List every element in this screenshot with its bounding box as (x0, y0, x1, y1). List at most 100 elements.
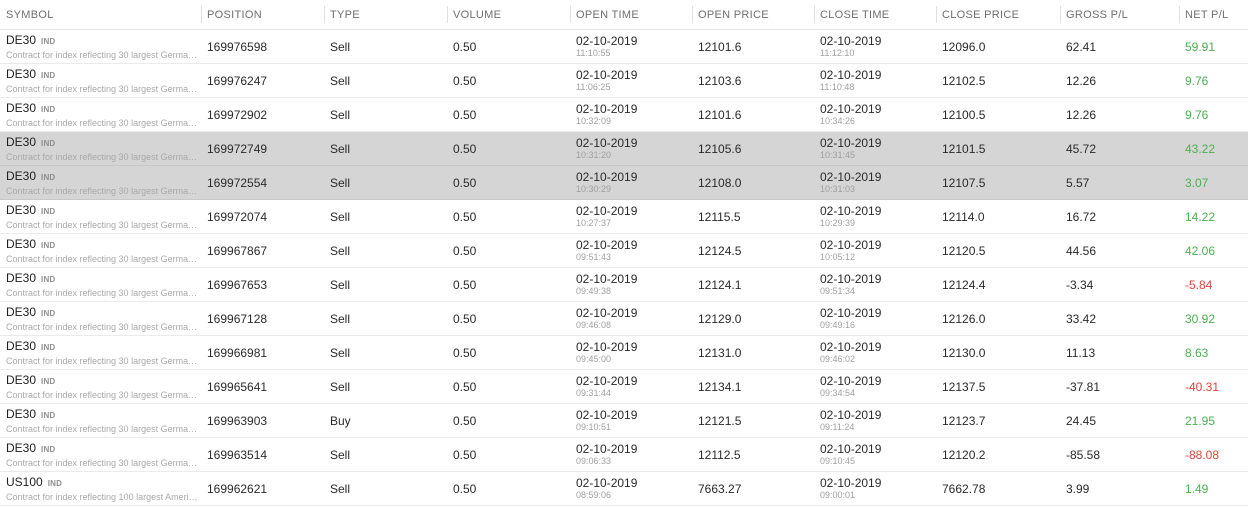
table-row[interactable]: DE30 IND Contract for index reflecting 30 … (0, 30, 1248, 64)
column-header-close-time[interactable]: CLOSE TIME (814, 0, 936, 29)
close-clock: 10:31:45 (820, 150, 856, 160)
close-date: 02-10-2019 (820, 408, 882, 422)
column-header-net-pl[interactable]: NET P/L (1179, 0, 1248, 29)
column-header-gross-pl[interactable]: GROSS P/L (1060, 0, 1179, 29)
instrument-type-badge: IND (47, 478, 63, 488)
open-time-cell: 02-10-2019 10:31:20 (570, 136, 692, 161)
close-price: 12101.5 (942, 141, 986, 156)
open-price: 12105.6 (698, 141, 742, 156)
open-clock: 09:46:08 (576, 320, 612, 330)
open-time-cell: 02-10-2019 09:46:08 (570, 306, 692, 331)
column-header-close-price[interactable]: CLOSE PRICE (936, 0, 1060, 29)
gross-pl: 44.56 (1066, 243, 1097, 258)
column-header-open-time[interactable]: OPEN TIME (570, 0, 692, 29)
close-time-cell: 02-10-2019 09:10:45 (814, 442, 936, 467)
instrument-type-badge: IND (41, 342, 56, 352)
column-header-symbol[interactable]: SYMBOL (0, 0, 201, 29)
close-clock: 11:10:48 (820, 82, 855, 92)
close-price: 12123.7 (942, 413, 986, 428)
volume: 0.50 (453, 243, 477, 258)
table-row[interactable]: DE30 IND Contract for index reflecting 30 … (0, 98, 1248, 132)
close-clock: 09:34:54 (820, 388, 856, 398)
symbol-line: DE30 IND (6, 305, 201, 321)
volume: 0.50 (453, 39, 477, 54)
table-row[interactable]: DE30 IND Contract for index reflecting 30 … (0, 302, 1248, 336)
open-clock: 11:06:25 (576, 82, 611, 92)
open-price: 12124.1 (698, 277, 742, 292)
symbol-cell: DE30 IND Contract for index reflecting 30 … (0, 407, 201, 435)
instrument-type-badge: IND (41, 410, 56, 420)
net-pl: 9.76 (1185, 73, 1209, 88)
symbol-name: DE30 (6, 202, 37, 217)
gross-pl: 12.26 (1066, 73, 1097, 88)
close-price: 12107.5 (942, 175, 986, 190)
open-time-cell: 02-10-2019 09:06:33 (570, 442, 692, 467)
open-clock: 09:10:51 (576, 422, 612, 432)
instrument-type-badge: IND (41, 138, 56, 148)
symbol-name: DE30 (6, 304, 37, 319)
open-date: 02-10-2019 (576, 238, 638, 252)
trade-type: Sell (330, 175, 351, 190)
open-clock: 10:31:20 (576, 150, 612, 160)
column-header-type[interactable]: TYPE (324, 0, 447, 29)
close-date: 02-10-2019 (820, 238, 882, 252)
net-pl: 9.76 (1185, 107, 1209, 122)
open-time-cell: 02-10-2019 09:49:38 (570, 272, 692, 297)
net-pl: 59.91 (1185, 39, 1216, 54)
close-date: 02-10-2019 (820, 136, 882, 150)
table-row[interactable]: DE30 IND Contract for index reflecting 30 … (0, 404, 1248, 438)
close-time-cell: 02-10-2019 09:11:24 (814, 408, 936, 433)
close-date: 02-10-2019 (820, 170, 882, 184)
trade-type: Sell (330, 481, 351, 496)
close-time-cell: 02-10-2019 09:00:01 (814, 476, 936, 501)
gross-pl: -37.81 (1066, 379, 1101, 394)
closed-positions-table: SYMBOL POSITION TYPE VOLUME OPEN TIME OP… (0, 0, 1248, 506)
gross-pl: 16.72 (1066, 209, 1097, 224)
table-row[interactable]: DE30 IND Contract for index reflecting 30 … (0, 268, 1248, 302)
table-row[interactable]: DE30 IND Contract for index reflecting 30 … (0, 200, 1248, 234)
position-id: 169972074 (207, 209, 268, 224)
table-row[interactable]: DE30 IND Contract for index reflecting 30 … (0, 166, 1248, 200)
trade-type: Sell (330, 345, 351, 360)
open-date: 02-10-2019 (576, 34, 638, 48)
close-price: 12096.0 (942, 39, 986, 54)
symbol-name: DE30 (6, 134, 37, 149)
instrument-type-badge: IND (41, 274, 56, 284)
position-id: 169972554 (207, 175, 268, 190)
column-header-position[interactable]: POSITION (201, 0, 324, 29)
open-date: 02-10-2019 (576, 102, 638, 116)
symbol-cell: DE30 IND Contract for index reflecting 30 … (0, 169, 201, 197)
symbol-cell: US100 IND Contract for index reflecting 10… (0, 475, 201, 503)
table-row[interactable]: DE30 IND Contract for index reflecting 30 … (0, 336, 1248, 370)
close-price: 7662.78 (942, 481, 986, 496)
symbol-cell: DE30 IND Contract for index reflecting 30 … (0, 67, 201, 95)
close-price: 12100.5 (942, 107, 986, 122)
symbol-name: DE30 (6, 100, 37, 115)
open-date: 02-10-2019 (576, 204, 638, 218)
table-row[interactable]: US100 IND Contract for index reflecting 10… (0, 472, 1248, 506)
symbol-name: DE30 (6, 270, 37, 285)
open-clock: 08:59:06 (576, 490, 612, 500)
trade-type: Sell (330, 379, 351, 394)
volume: 0.50 (453, 277, 477, 292)
volume: 0.50 (453, 345, 477, 360)
table-row[interactable]: DE30 IND Contract for index reflecting 30 … (0, 132, 1248, 166)
column-header-volume[interactable]: VOLUME (447, 0, 570, 29)
gross-pl: 24.45 (1066, 413, 1097, 428)
open-clock: 10:32:09 (576, 116, 612, 126)
open-time-cell: 02-10-2019 09:31:44 (570, 374, 692, 399)
instrument-type-badge: IND (41, 376, 56, 386)
table-row[interactable]: DE30 IND Contract for index reflecting 30 … (0, 64, 1248, 98)
volume: 0.50 (453, 413, 477, 428)
open-clock: 09:31:44 (576, 388, 612, 398)
instrument-type-badge: IND (41, 104, 56, 114)
position-id: 169976598 (207, 39, 268, 54)
column-header-open-price[interactable]: OPEN PRICE (692, 0, 814, 29)
table-row[interactable]: DE30 IND Contract for index reflecting 30 … (0, 234, 1248, 268)
table-row[interactable]: DE30 IND Contract for index reflecting 30 … (0, 370, 1248, 404)
position-id: 169963514 (207, 447, 268, 462)
close-time-cell: 02-10-2019 09:46:02 (814, 340, 936, 365)
table-row[interactable]: DE30 IND Contract for index reflecting 30 … (0, 438, 1248, 472)
instrument-type-badge: IND (41, 36, 56, 46)
gross-pl: 12.26 (1066, 107, 1097, 122)
